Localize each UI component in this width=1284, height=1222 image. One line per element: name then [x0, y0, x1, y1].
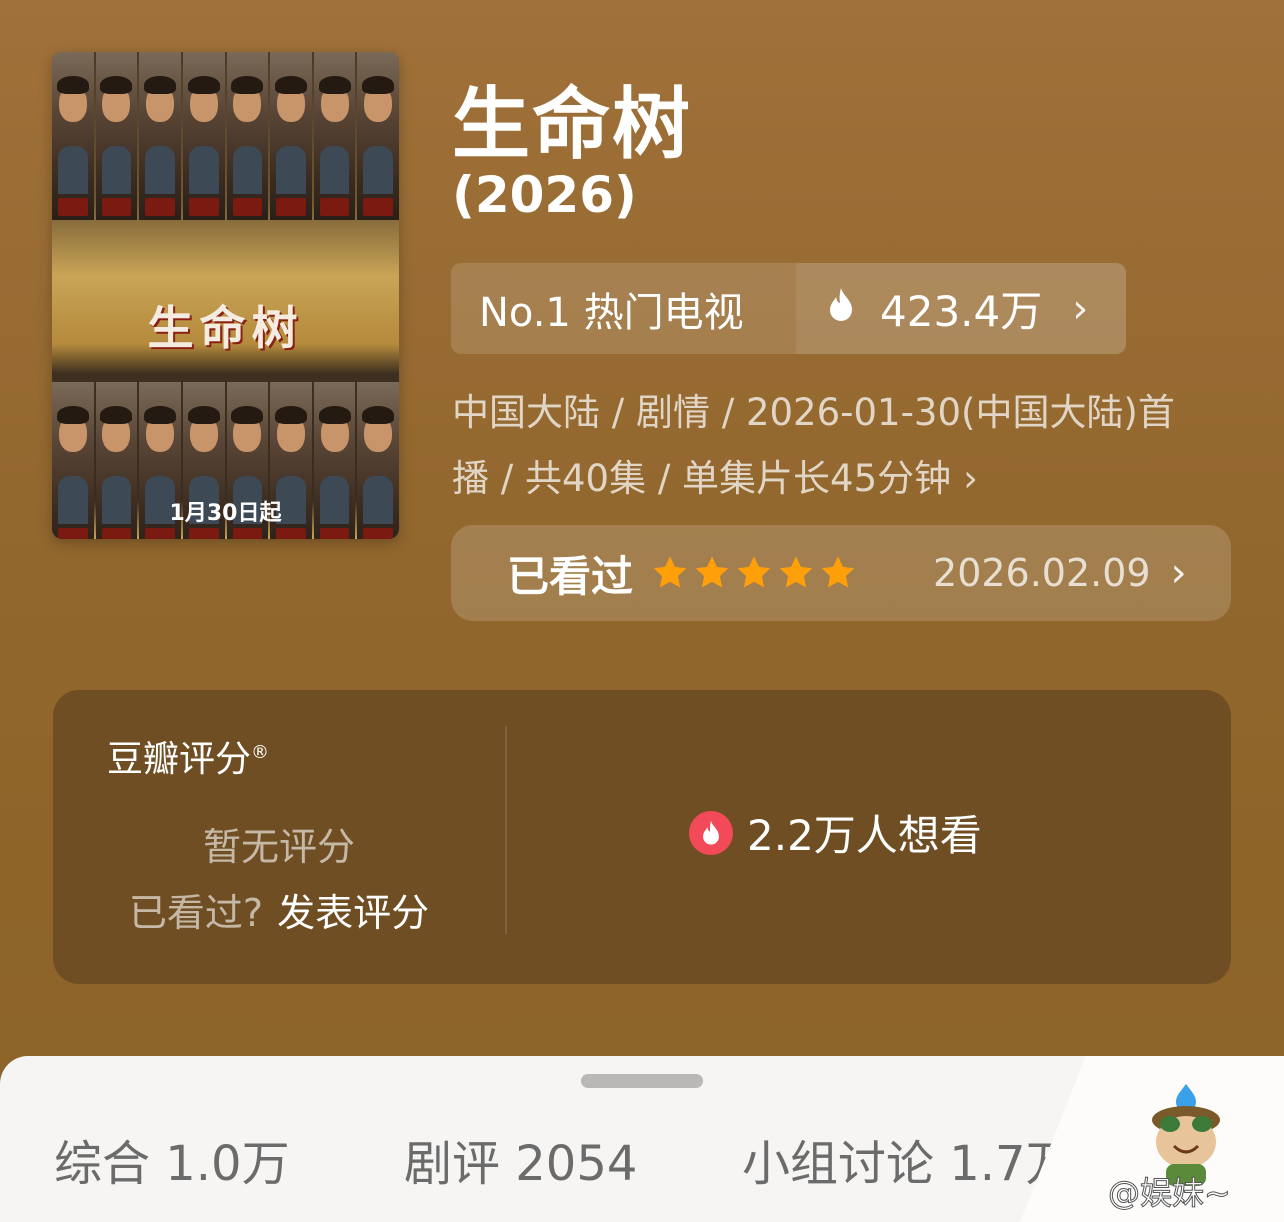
chevron-right-icon: ›	[1170, 550, 1187, 596]
no-rating-text: 暂无评分	[202, 825, 355, 869]
watermark: @娱妹~	[1108, 1174, 1232, 1213]
star-icon	[737, 556, 771, 588]
drag-handle[interactable]	[581, 1074, 703, 1088]
flame-icon	[826, 284, 856, 333]
ranking-pill[interactable]: No.1 热门电视 423.4万 ›	[451, 263, 1126, 354]
poster-cast-row-top	[52, 52, 399, 220]
heat-value: 423.4万	[880, 287, 1043, 336]
page-title: 生命树	[452, 80, 693, 170]
star-icon	[821, 556, 855, 588]
watched-question: 已看过?	[128, 891, 264, 935]
rate-prompt: 已看过? 发表评分	[53, 882, 505, 937]
tab-group-discussion[interactable]: 小组讨论 1.7万	[742, 1124, 1074, 1194]
meta-info[interactable]: 中国大陆 / 剧情 / 2026-01-30(中国大陆)首 播 / 共40集 /…	[452, 380, 1212, 512]
watched-label: 已看过	[507, 551, 634, 601]
watched-pill[interactable]: 已看过 2026.02.09 ›	[451, 525, 1231, 621]
rating-title: 豆瓣评分®	[107, 739, 270, 780]
star-icon	[695, 556, 729, 588]
chevron-right-icon: ›	[1072, 285, 1089, 332]
tab-reviews[interactable]: 剧评 2054	[404, 1124, 637, 1194]
post-rating-link[interactable]: 发表评分	[277, 891, 429, 935]
meta-line-2: 播 / 共40集 / 单集片长45分钟	[452, 457, 952, 500]
watched-date: 2026.02.09	[933, 551, 1151, 595]
heat-section[interactable]: 423.4万 ›	[796, 263, 1126, 354]
poster-release-note: 1月30日起	[169, 501, 282, 526]
star-rating	[651, 554, 861, 592]
want-to-watch[interactable]: 2.2万人想看	[689, 802, 982, 863]
tab-overall[interactable]: 综合 1.0万	[54, 1124, 290, 1194]
poster-image[interactable]: 生命树 1月30日起	[52, 52, 399, 539]
flame-icon	[689, 810, 733, 855]
meta-line-1: 中国大陆 / 剧情 / 2026-01-30(中国大陆)首	[452, 391, 1175, 434]
divider	[505, 726, 507, 934]
chevron-right-icon: ›	[963, 457, 978, 500]
star-icon	[779, 556, 813, 588]
release-year: (2026)	[452, 166, 637, 224]
want-count: 2.2万人想看	[747, 811, 982, 860]
poster-title-art: 生命树	[147, 301, 304, 355]
star-icon	[653, 556, 687, 588]
douban-rating-card: 豆瓣评分® 暂无评分 已看过? 发表评分 2.2万人想看	[53, 690, 1231, 984]
ranking-label: No.1 热门电视	[479, 289, 744, 336]
